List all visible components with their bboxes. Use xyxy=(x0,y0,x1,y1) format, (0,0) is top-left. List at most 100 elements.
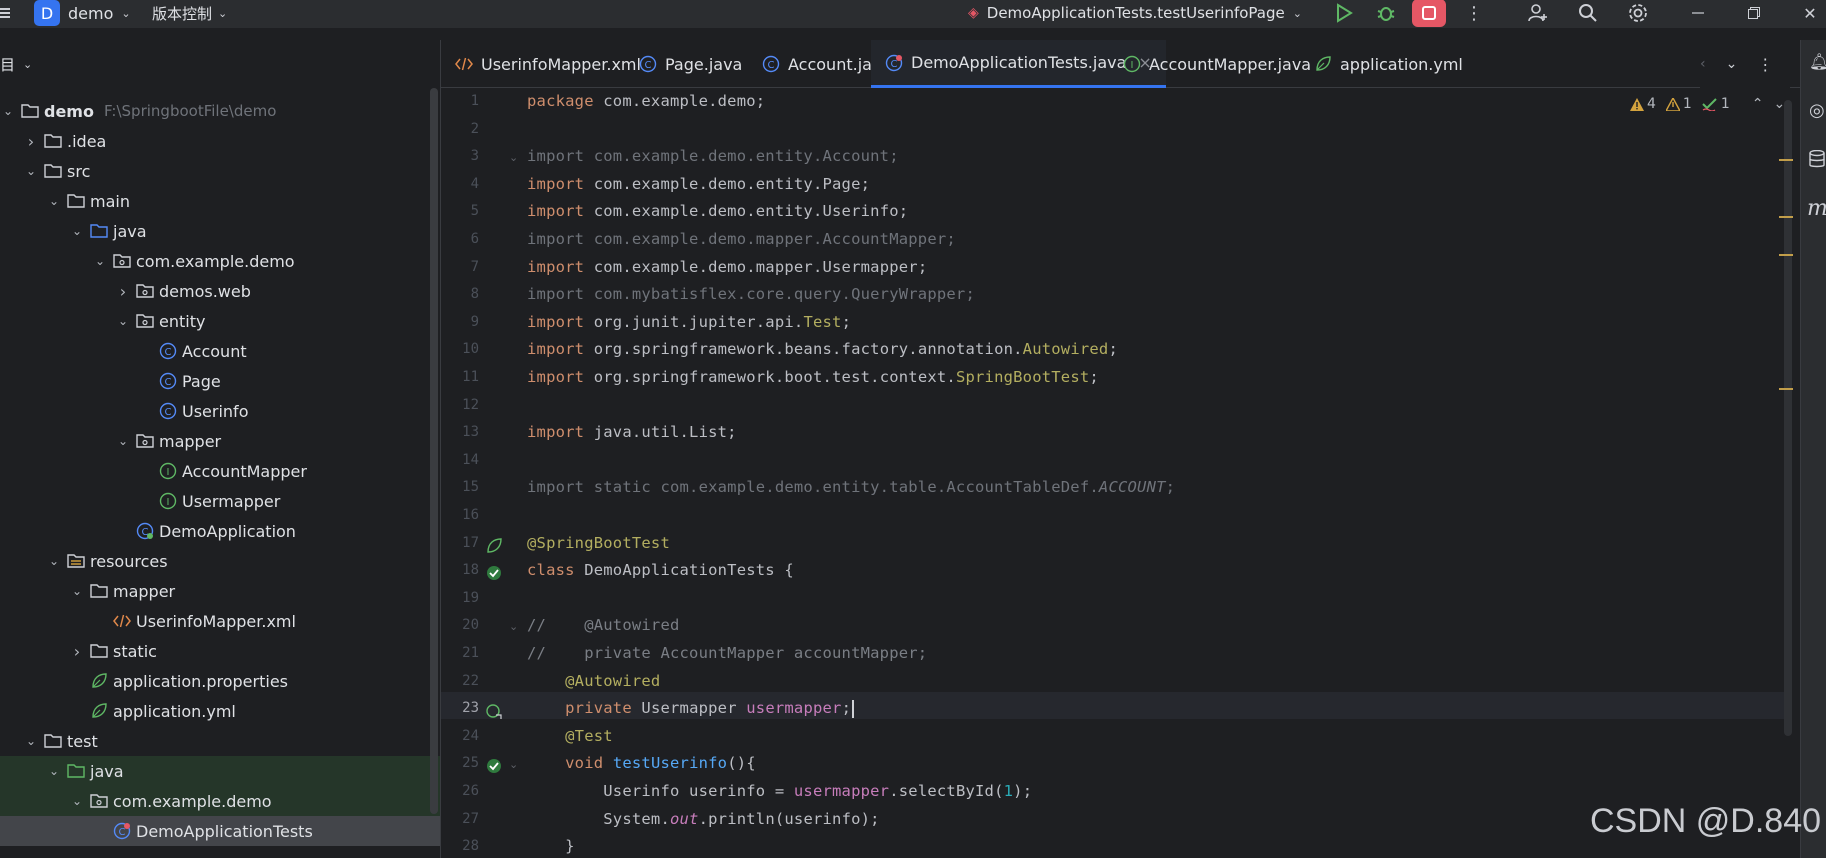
vcs-menu[interactable]: 版本控制 ⌄ xyxy=(152,0,227,26)
tree-item[interactable]: ⌄ entity xyxy=(0,306,440,336)
project-switcher[interactable]: D demo ⌄ xyxy=(34,0,131,26)
chevron-down-icon[interactable]: ⌄ xyxy=(0,104,16,118)
main-menu-icon[interactable] xyxy=(0,0,14,26)
chevron-right-icon[interactable]: › xyxy=(69,642,85,661)
line-number[interactable]: 3 xyxy=(441,148,479,164)
chevron-down-icon[interactable]: ⌄ xyxy=(23,164,39,178)
tree-item[interactable]: I AccountMapper xyxy=(0,456,440,486)
line-number[interactable]: 2 xyxy=(441,121,479,137)
line-number[interactable]: 1 xyxy=(441,93,479,109)
code-line[interactable]: import com.example.demo.entity.Page; xyxy=(527,175,870,193)
chevron-down-icon[interactable]: ⌄ xyxy=(23,734,39,748)
chevron-down-icon[interactable]: ⌄ xyxy=(69,584,85,598)
fold-icon[interactable]: ⌄ xyxy=(509,758,518,771)
code-line[interactable]: } xyxy=(527,837,575,855)
chevron-down-icon[interactable]: ⌄ xyxy=(69,794,85,808)
line-number[interactable]: 8 xyxy=(441,286,479,302)
code-line[interactable]: import com.example.demo.entity.Userinfo; xyxy=(527,202,908,220)
chevron-down-icon[interactable]: ⌄ xyxy=(69,224,85,238)
line-number[interactable]: 21 xyxy=(441,645,479,661)
code-line[interactable]: import static com.example.demo.entity.ta… xyxy=(527,478,1175,496)
tree-item[interactable]: C Userinfo xyxy=(0,396,440,426)
search-button[interactable] xyxy=(1570,0,1606,26)
tree-item[interactable]: ⌄ mapper xyxy=(0,426,440,456)
line-number[interactable]: 10 xyxy=(441,341,479,357)
code-line[interactable]: class DemoApplicationTests { xyxy=(527,561,794,579)
code-line[interactable]: import org.springframework.beans.factory… xyxy=(527,340,1118,358)
more-actions-button[interactable]: ⋮ xyxy=(1456,0,1492,26)
code-line[interactable]: import java.util.List; xyxy=(527,423,737,441)
tree-item[interactable]: ⌄ java xyxy=(0,756,440,786)
tree-item[interactable]: I Usermapper xyxy=(0,486,440,516)
stop-button[interactable] xyxy=(1412,0,1446,27)
line-number[interactable]: 6 xyxy=(441,231,479,247)
tree-item[interactable]: ⌄ main xyxy=(0,186,440,216)
line-number[interactable]: 15 xyxy=(441,479,479,495)
code-line[interactable]: System.out.println(userinfo); xyxy=(527,810,880,828)
minimize-button[interactable] xyxy=(1680,0,1716,26)
chevron-down-icon[interactable]: ⌄ xyxy=(115,434,131,448)
tree-item[interactable]: › .idea xyxy=(0,126,440,156)
tree-item[interactable]: C DemoApplicationTests xyxy=(0,816,440,846)
tree-item[interactable]: › demos.web xyxy=(0,276,440,306)
warning-marker[interactable] xyxy=(1779,388,1793,390)
inspection-widget[interactable]: 4 1 1 ⌃ ⌄ xyxy=(1630,96,1785,112)
run-button[interactable] xyxy=(1326,0,1362,26)
tree-item[interactable]: ⌄ src xyxy=(0,156,440,186)
line-number[interactable]: 20 xyxy=(441,617,479,633)
line-number[interactable]: 7 xyxy=(441,259,479,275)
chevron-right-icon[interactable]: › xyxy=(115,282,131,301)
run-config-selector[interactable]: ◈ DemoApplicationTests.testUserinfoPage … xyxy=(968,0,1302,26)
editor-tab[interactable]: UserinfoMapper.xml xyxy=(441,40,655,88)
line-number[interactable]: 11 xyxy=(441,369,479,385)
line-number[interactable]: 5 xyxy=(441,203,479,219)
tree-item[interactable]: › static xyxy=(0,636,440,666)
code-line[interactable]: // private AccountMapper accountMapper; xyxy=(527,644,927,662)
bean-navigation-icon[interactable] xyxy=(485,702,503,720)
tree-item[interactable]: ⌄ mapper xyxy=(0,576,440,606)
chevron-right-icon[interactable]: › xyxy=(23,132,39,151)
tree-item[interactable]: ⌄ com.example.demo xyxy=(0,246,440,276)
line-number[interactable]: 4 xyxy=(441,176,479,192)
run-test-passed-icon[interactable] xyxy=(485,757,503,775)
code-line[interactable]: // @Autowired xyxy=(527,616,680,634)
line-number[interactable]: 28 xyxy=(441,838,479,854)
warning-marker[interactable] xyxy=(1779,254,1793,256)
code-line[interactable]: @SpringBootTest xyxy=(527,534,670,552)
line-number[interactable]: 25 xyxy=(441,755,479,771)
line-number[interactable]: 27 xyxy=(441,811,479,827)
debug-button[interactable] xyxy=(1368,0,1404,26)
editor-scrollbar[interactable] xyxy=(1784,100,1792,736)
database-icon[interactable] xyxy=(1809,149,1825,172)
code-line[interactable]: import com.example.demo.mapper.AccountMa… xyxy=(527,230,956,248)
tree-item[interactable]: application.yml xyxy=(0,696,440,726)
tree-item[interactable]: ⌄ resources xyxy=(0,546,440,576)
line-number[interactable]: 16 xyxy=(441,507,479,523)
chevron-down-icon[interactable]: ⌄ xyxy=(1726,56,1738,72)
code-line[interactable]: @Autowired xyxy=(527,672,660,690)
fold-icon[interactable]: ⌄ xyxy=(509,620,518,633)
code-line[interactable]: import com.mybatisflex.core.query.QueryW… xyxy=(527,285,975,303)
line-number[interactable]: 9 xyxy=(441,314,479,330)
restore-button[interactable] xyxy=(1736,0,1772,26)
line-number[interactable]: 24 xyxy=(441,728,479,744)
settings-button[interactable] xyxy=(1620,0,1656,26)
chevron-down-icon[interactable]: ⌄ xyxy=(46,554,62,568)
warning-marker[interactable] xyxy=(1779,216,1793,218)
chevron-down-icon[interactable]: ⌄ xyxy=(23,58,32,71)
tree-item[interactable]: C Page xyxy=(0,366,440,396)
line-number[interactable]: 17 xyxy=(441,535,479,551)
line-number[interactable]: 14 xyxy=(441,452,479,468)
warning-marker[interactable] xyxy=(1779,159,1793,161)
tree-item[interactable]: ⌄ java xyxy=(0,216,440,246)
line-number[interactable]: 12 xyxy=(441,397,479,413)
code-editor[interactable]: 1 package com.example.demo; 2 3 import com.e… xyxy=(441,88,1791,858)
editor-tab[interactable]: I AccountMapper.java xyxy=(1109,40,1325,88)
chevron-down-icon[interactable]: ⌄ xyxy=(46,764,62,778)
collaboration-button[interactable] xyxy=(1520,0,1556,26)
ai-assistant-icon[interactable]: ◎ xyxy=(1809,100,1825,121)
chevron-down-icon[interactable]: ⌄ xyxy=(92,254,108,268)
line-number[interactable]: 23 xyxy=(441,700,479,716)
chevron-up-icon[interactable]: ⌃ xyxy=(1752,96,1764,112)
code-line[interactable]: @Test xyxy=(527,727,613,745)
